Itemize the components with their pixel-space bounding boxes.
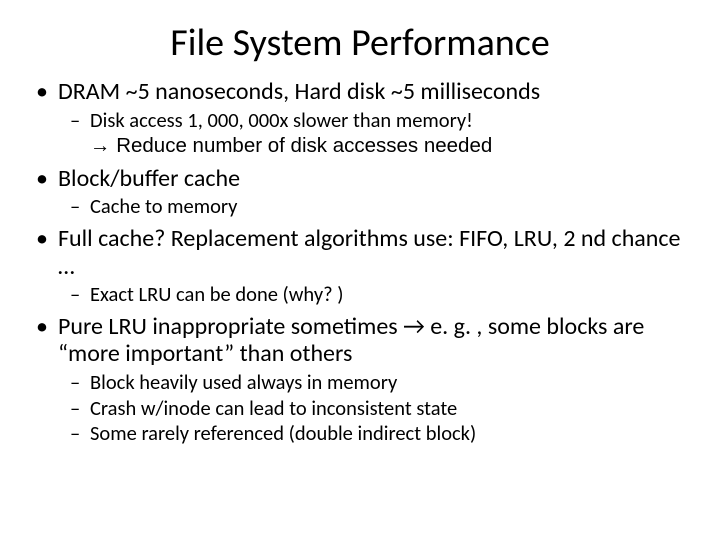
bullet-full-cache: Full cache? Replacement algorithms use: …	[58, 225, 690, 307]
sub-text: Crash w/inode can lead to inconsistent s…	[90, 395, 457, 421]
sub-bullet: Some rarely referenced (double indirect …	[90, 421, 690, 446]
bullet-text: DRAM ~5 nanoseconds, Hard disk ~5 millis…	[58, 77, 540, 106]
sub-bullet: Disk access 1, 000, 000x slower than mem…	[90, 108, 690, 133]
sub-list: Block heavily used always in memory Cras…	[58, 370, 690, 446]
sub-text: → Reduce number of disk accesses needed	[90, 134, 492, 157]
bullet-dram: DRAM ~5 nanoseconds, Hard disk ~5 millis…	[58, 78, 690, 159]
sub-bullet: Cache to memory	[90, 194, 690, 219]
sub-list: Cache to memory	[58, 194, 690, 219]
sub-list: Exact LRU can be done (why? )	[58, 282, 690, 307]
sub-bullet: Block heavily used always in memory	[90, 370, 690, 395]
sub-list: Disk access 1, 000, 000x slower than mem…	[58, 108, 690, 159]
sub-text: Disk access 1, 000, 000x slower than mem…	[90, 107, 473, 133]
bullet-text: Block/buffer cache	[58, 164, 240, 193]
sub-text: Some rarely referenced (double indirect …	[90, 420, 476, 446]
sub-text: Exact LRU can be done (why? )	[90, 281, 343, 307]
bullet-pure-lru: Pure LRU inappropriate sometimes → e. g.…	[58, 313, 690, 446]
sub-bullet: Crash w/inode can lead to inconsistent s…	[90, 396, 690, 421]
sub-text: Block heavily used always in memory	[90, 369, 397, 395]
sub-text: Cache to memory	[90, 193, 237, 219]
bullet-list: DRAM ~5 nanoseconds, Hard disk ~5 millis…	[30, 78, 690, 446]
bullet-text: Full cache? Replacement algorithms use: …	[58, 224, 681, 281]
bullet-text: Pure LRU inappropriate sometimes → e. g.…	[58, 312, 644, 369]
slide-title: File System Performance	[30, 20, 690, 66]
sub-bullet-arrow: → Reduce number of disk accesses needed	[90, 133, 690, 159]
slide: File System Performance DRAM ~5 nanoseco…	[0, 0, 720, 472]
sub-bullet: Exact LRU can be done (why? )	[90, 282, 690, 307]
bullet-block-cache: Block/buffer cache Cache to memory	[58, 165, 690, 219]
